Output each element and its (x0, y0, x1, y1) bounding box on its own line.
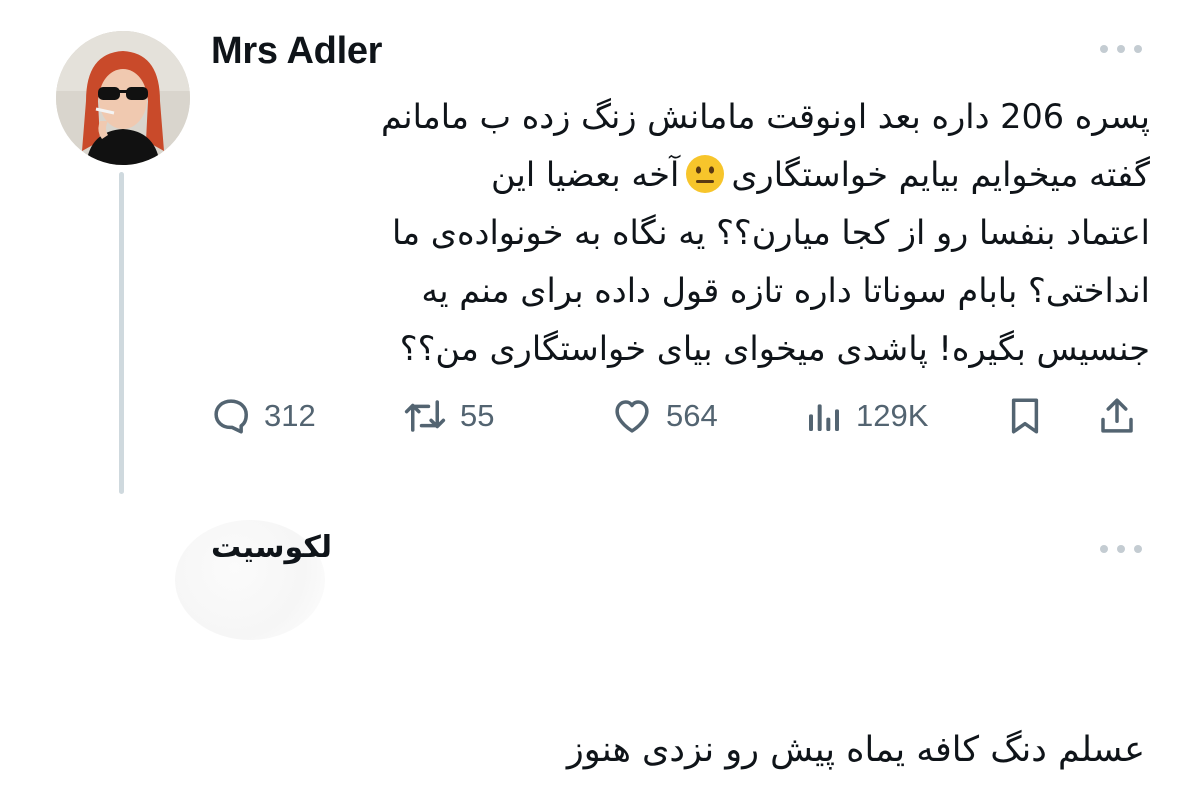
reply-button[interactable]: 312 (210, 392, 316, 440)
comment-bubble-icon (214, 399, 248, 434)
like-count: 564 (666, 398, 718, 433)
more-options-icon[interactable] (1100, 42, 1142, 56)
author-avatar[interactable] (56, 31, 190, 165)
retweet-count: 55 (460, 398, 495, 433)
view-count: 129K (856, 398, 929, 433)
author-name[interactable]: Mrs Adler (211, 30, 382, 73)
tweet-text-line-part: آخه بعضیا این (491, 155, 680, 194)
bookmark-icon (1011, 398, 1039, 434)
reply-count: 312 (264, 398, 316, 433)
tweet-thread: Mrs Adler پسره 206 داره بعد اونوقت مامان… (0, 0, 1200, 800)
more-options-icon[interactable] (1100, 542, 1142, 556)
reply-author-name[interactable]: لکوسیت (211, 530, 332, 565)
share-upload-icon (1101, 398, 1133, 433)
retweet-icon (404, 400, 446, 432)
neutral-face-emoji-icon (685, 154, 725, 194)
retweet-button[interactable]: 55 (402, 392, 494, 440)
tweet-text-line: پسره 206 داره بعد اونوقت مامانش زنگ زده … (380, 97, 1150, 136)
like-button[interactable]: 564 (610, 392, 718, 440)
tweet-text-line: اعتماد بنفسا رو از کجا میارن؟؟ یه نگاه ب… (391, 213, 1150, 252)
tweet-text-line: گفته میخوایم بیایم خواستگاری آخه بعضیا ای… (205, 146, 1150, 204)
heart-icon (615, 400, 649, 433)
views-button[interactable]: 129K (804, 392, 928, 440)
tweet-action-bar: 312 55 564 129K (210, 392, 1145, 440)
thread-connector-line (119, 172, 124, 494)
tweet-text-line: جنسیس بگیره! پاشدی میخوای بیای خواستگاری… (399, 329, 1150, 368)
bookmark-button[interactable] (1004, 392, 1046, 440)
reply-text: عسلم دنگ کافه یماه پیش رو نزدی هنوز (566, 730, 1145, 770)
tweet-text-line-part: گفته میخوایم بیایم خواستگاری (731, 155, 1150, 194)
share-button[interactable] (1096, 392, 1138, 440)
tweet-text-line: انداختی؟ بابام سوناتا داره تازه قول داده… (421, 271, 1150, 310)
bar-chart-views-icon (809, 404, 839, 431)
tweet-text: پسره 206 داره بعد اونوقت مامانش زنگ زده … (205, 88, 1150, 378)
